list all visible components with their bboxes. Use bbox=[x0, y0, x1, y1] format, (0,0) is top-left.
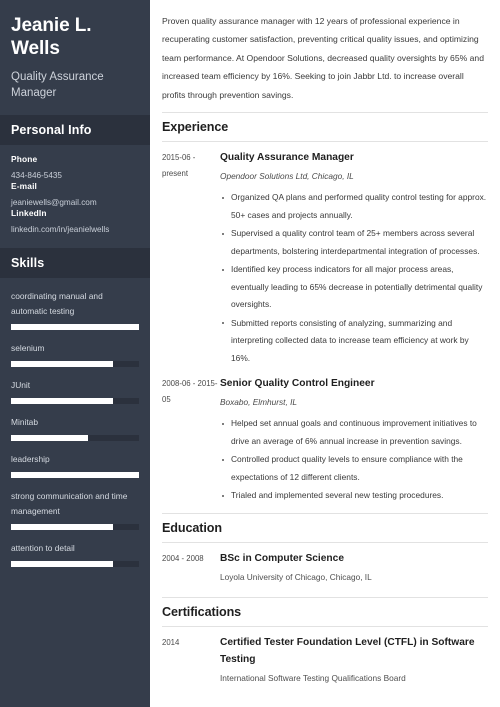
entry-title: Quality Assurance Manager bbox=[220, 152, 354, 164]
bullet-item: Supervised a quality control team of 25+… bbox=[220, 225, 488, 260]
skill-item: JUnit bbox=[11, 378, 139, 404]
skill-label: coordinating manual and automatic testin… bbox=[11, 291, 103, 316]
contact-value-phone[interactable]: 434-846-5435 bbox=[11, 170, 139, 181]
skill-bar-track bbox=[11, 435, 139, 441]
bullet-item: Helped set annual goals and continuous i… bbox=[220, 415, 488, 450]
candidate-job-title: Quality Assurance Manager bbox=[11, 71, 104, 99]
entry-title: BSc in Computer Science bbox=[220, 552, 344, 564]
skill-bar-fill bbox=[11, 398, 114, 404]
entry-dates: 2004 - 2008 bbox=[162, 553, 204, 563]
skill-bar-track bbox=[11, 472, 139, 478]
skills-list: coordinating manual and automatic testin… bbox=[0, 278, 150, 567]
skill-bar-track bbox=[11, 398, 139, 404]
entry-body: Senior Quality Control Engineer Boxabo, … bbox=[220, 375, 488, 506]
skill-bar-track bbox=[11, 361, 139, 367]
certification-entry: 2014 Certified Tester Foundation Level (… bbox=[162, 634, 488, 691]
bullet-item: Controlled product quality levels to ens… bbox=[220, 451, 488, 486]
entry-body: Quality Assurance Manager Opendoor Solut… bbox=[220, 149, 488, 368]
personal-info-heading: Personal Info bbox=[0, 115, 150, 145]
contact-value-linkedin[interactable]: linkedin.com/in/jeanielwells bbox=[11, 224, 139, 235]
section-title-certifications: Certifications bbox=[162, 596, 488, 627]
bullet-item: Organized QA plans and performed quality… bbox=[220, 189, 488, 224]
professional-summary: Proven quality assurance manager with 12… bbox=[162, 16, 484, 100]
bullet-item: Submitted reports consisting of analyzin… bbox=[220, 315, 488, 368]
contact-field-linkedin: LinkedIn linkedin.com/in/jeanielwells bbox=[11, 208, 139, 235]
candidate-name: Jeanie L. Wells bbox=[11, 15, 92, 59]
entry-body: BSc in Computer Science Loyola Universit… bbox=[220, 550, 488, 590]
main-content: Proven quality assurance manager with 12… bbox=[150, 0, 500, 707]
skill-bar-track bbox=[11, 524, 139, 530]
contact-field-phone: Phone 434-846-5435 bbox=[11, 154, 139, 181]
entry-subtitle: International Software Testing Qualifica… bbox=[220, 672, 406, 683]
bullet-item: Trialed and implemented several new test… bbox=[220, 487, 488, 505]
entry-subtitle: Boxabo, Elmhurst, IL bbox=[220, 397, 298, 408]
resume-document: Jeanie L. Wells Quality Assurance Manage… bbox=[0, 0, 500, 707]
skill-bar-fill bbox=[11, 472, 139, 478]
entry-subtitle: Opendoor Solutions Ltd, Chicago, IL bbox=[220, 171, 354, 182]
experience-entry: 2015-06 - present Quality Assurance Mana… bbox=[162, 149, 488, 368]
sidebar: Jeanie L. Wells Quality Assurance Manage… bbox=[0, 0, 150, 707]
skill-bar-fill bbox=[11, 361, 114, 367]
skill-bar-fill bbox=[11, 561, 114, 567]
identity-block: Jeanie L. Wells Quality Assurance Manage… bbox=[0, 0, 150, 115]
skill-bar-fill bbox=[11, 524, 114, 530]
skill-label: JUnit bbox=[11, 380, 31, 390]
skill-label: Minitab bbox=[11, 417, 38, 427]
section-title-experience: Experience bbox=[162, 112, 488, 143]
skill-bar-track bbox=[11, 324, 139, 330]
section-experience: Experience 2015-06 - present Quality Ass… bbox=[162, 112, 488, 506]
entry-body: Certified Tester Foundation Level (CTFL)… bbox=[220, 634, 488, 691]
entry-subtitle: Loyola University of Chicago, Chicago, I… bbox=[220, 571, 372, 582]
skill-bar-fill bbox=[11, 324, 139, 330]
entry-dates: 2015-06 - present bbox=[162, 153, 196, 178]
section-certifications: Certifications 2014 Certified Tester Fou… bbox=[162, 596, 488, 691]
contact-field-email: E-mail jeaniewells@gmail.com bbox=[11, 181, 139, 208]
skill-label: strong communication and time management bbox=[11, 491, 128, 516]
entry-title: Senior Quality Control Engineer bbox=[220, 378, 375, 390]
skill-bar-track bbox=[11, 561, 139, 567]
skill-item: leadership bbox=[11, 452, 139, 478]
entry-dates: 2014 bbox=[162, 637, 180, 647]
entry-bullets: Helped set annual goals and continuous i… bbox=[220, 415, 488, 505]
education-entry: 2004 - 2008 BSc in Computer Science Loyo… bbox=[162, 550, 488, 590]
skill-item: Minitab bbox=[11, 415, 139, 441]
skill-label: attention to detail bbox=[11, 543, 75, 553]
skill-item: strong communication and time management bbox=[11, 489, 139, 530]
contact-value-email[interactable]: jeaniewells@gmail.com bbox=[11, 197, 139, 208]
skill-bar-fill bbox=[11, 435, 88, 441]
skill-item: coordinating manual and automatic testin… bbox=[11, 289, 139, 330]
contact-label-linkedin: LinkedIn bbox=[11, 208, 47, 218]
section-title-education: Education bbox=[162, 512, 488, 543]
skills-heading: Skills bbox=[0, 248, 150, 278]
contact-label-phone: Phone bbox=[11, 154, 38, 164]
personal-info-list: Phone 434-846-5435 E-mail jeaniewells@gm… bbox=[0, 145, 150, 235]
skill-item: selenium bbox=[11, 341, 139, 367]
skill-label: selenium bbox=[11, 343, 45, 353]
experience-entry: 2008-06 - 2015-05 Senior Quality Control… bbox=[162, 375, 488, 506]
entry-dates: 2008-06 - 2015-05 bbox=[162, 379, 218, 404]
section-education: Education 2004 - 2008 BSc in Computer Sc… bbox=[162, 512, 488, 590]
bullet-item: Identified key process indicators for al… bbox=[220, 261, 488, 314]
entry-bullets: Organized QA plans and performed quality… bbox=[220, 189, 488, 367]
contact-label-email: E-mail bbox=[11, 181, 38, 191]
skill-label: leadership bbox=[11, 454, 50, 464]
entry-title: Certified Tester Foundation Level (CTFL)… bbox=[220, 636, 475, 665]
skill-item: attention to detail bbox=[11, 541, 139, 567]
